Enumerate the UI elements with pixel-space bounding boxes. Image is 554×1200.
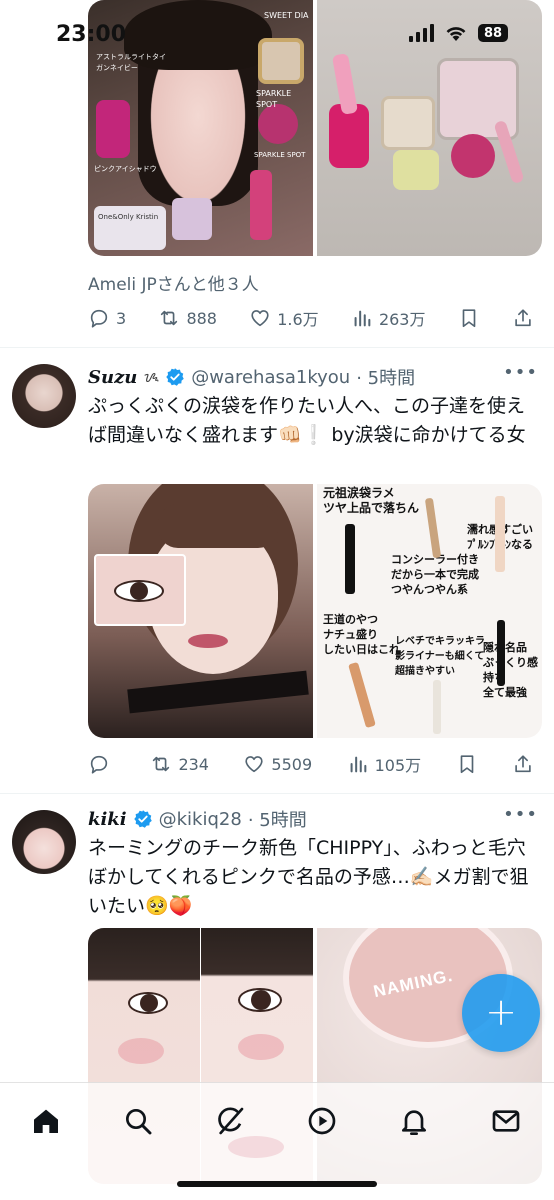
search-icon	[126, 1109, 152, 1135]
tweet-2[interactable]: Suzu ᝰ @warehasa1kyou · 5時間 ••• ぷっくぷくの涙袋…	[0, 348, 554, 794]
repost-count: 888	[186, 308, 217, 328]
share-button[interactable]	[512, 307, 534, 329]
media-image-right[interactable]: 元祖涙袋ラメ ツヤ上品で落ちん コンシーラー付き だから一本で完成 つやんつやん…	[317, 484, 542, 738]
views-button[interactable]: 105万	[347, 752, 422, 776]
grok-icon	[218, 1107, 244, 1135]
repost-button[interactable]: 888	[158, 307, 217, 329]
bookmark-button[interactable]	[456, 753, 478, 775]
reply-count: 3	[116, 308, 127, 328]
like-button[interactable]: 1.6万	[249, 306, 319, 330]
tab-messages[interactable]	[486, 1101, 526, 1141]
tweet-header: kiki @kikiq28 · 5時間	[88, 806, 534, 832]
timestamp[interactable]: · 5時間	[248, 806, 307, 832]
verified-badge-icon	[133, 810, 152, 828]
more-options-icon[interactable]: •••	[503, 362, 538, 383]
views-icon	[350, 756, 366, 773]
tweet-actions: 234 5509 105万	[88, 750, 534, 778]
tweet-actions: 3 888 1.6万 263万	[88, 304, 534, 332]
overlay-label: SPARKLE SPOT	[254, 151, 306, 159]
tab-notifications[interactable]	[394, 1101, 434, 1141]
share-icon	[515, 755, 531, 773]
like-count: 1.6万	[277, 310, 319, 329]
views-count: 263万	[378, 310, 426, 329]
verified-badge-icon	[166, 368, 184, 386]
media-image-right[interactable]	[317, 0, 542, 256]
repost-button[interactable]: 234	[150, 753, 209, 775]
like-button[interactable]: 5509	[243, 753, 312, 775]
repost-icon	[153, 756, 170, 772]
reply-icon	[90, 309, 108, 328]
tab-search[interactable]	[118, 1101, 158, 1141]
tab-grok[interactable]	[210, 1101, 250, 1141]
overlay-caption: コンシーラー付き だから一本で完成 つやんつやん系	[391, 553, 479, 596]
share-button[interactable]	[512, 753, 534, 775]
overlay-label: SWEET DIA	[264, 11, 309, 20]
avatar[interactable]	[12, 364, 76, 428]
display-name[interactable]: Suzu	[88, 367, 137, 388]
tab-video[interactable]	[302, 1101, 342, 1141]
tweet-text: ぷっくぷくの涙袋を作りたい人へ、この子達を使えば間違いなく盛れます👊🏻❕ by涙…	[88, 395, 526, 446]
media-image-left[interactable]: SWEET DIA SPARKLE SPOT アストラルライトタイガンネイビー …	[88, 0, 313, 256]
repost-count: 234	[178, 754, 209, 774]
tab-home[interactable]	[26, 1101, 66, 1141]
video-icon	[308, 1107, 336, 1135]
display-name[interactable]: kiki	[88, 809, 127, 830]
media-image-left[interactable]	[88, 484, 313, 738]
reply-icon	[90, 755, 108, 774]
overlay-caption: 王道のやつ ナチュ盛り したい日はこれ	[323, 613, 400, 656]
avatar[interactable]	[12, 810, 76, 874]
tweet-header: Suzu ᝰ @warehasa1kyou · 5時間	[88, 364, 534, 390]
repost-icon	[161, 310, 178, 326]
bookmark-button[interactable]	[458, 307, 480, 329]
overlay-caption: 元祖涙袋ラメ ツヤ上品で落ちん	[323, 486, 420, 515]
overlay-label: ピンクアイシャドウ	[94, 165, 157, 173]
overlay-label: SPARKLE SPOT	[256, 89, 292, 109]
views-button[interactable]: 263万	[351, 306, 426, 330]
views-count: 105万	[374, 756, 422, 775]
overlay-label: One&Only Kristin	[98, 213, 159, 221]
compose-button[interactable]: +	[462, 974, 540, 1052]
views-icon	[354, 310, 371, 327]
social-context[interactable]: Ameli JPさんと他３人	[88, 270, 259, 295]
overlay-label: アストラルライトタイガンネイビー	[96, 53, 166, 72]
tweet-media[interactable]: SWEET DIA SPARKLE SPOT アストラルライトタイガンネイビー …	[88, 0, 542, 256]
timestamp[interactable]: · 5時間	[356, 364, 415, 390]
plus-icon: +	[485, 989, 517, 1034]
overlay-caption: 隠れ名品 ぷっくり感 持ち 全て最強	[483, 641, 538, 699]
reply-button[interactable]: 3	[88, 307, 126, 329]
more-options-icon[interactable]: •••	[503, 804, 538, 825]
bookmark-icon	[460, 755, 473, 774]
home-icon	[34, 1109, 58, 1133]
heart-icon	[245, 756, 264, 773]
handle[interactable]: @warehasa1kyou	[191, 367, 350, 388]
share-icon	[515, 309, 531, 327]
overlay-caption: レベチでキラッキラ 影ライナーも細くて 超描きやすい	[395, 636, 485, 677]
tweet-media[interactable]: 元祖涙袋ラメ ツヤ上品で落ちん コンシーラー付き だから一本で完成 つやんつやん…	[88, 484, 542, 738]
like-count: 5509	[271, 754, 313, 774]
mail-icon	[492, 1110, 520, 1132]
home-indicator	[177, 1181, 377, 1187]
tweet-1[interactable]: SWEET DIA SPARKLE SPOT アストラルライトタイガンネイビー …	[0, 0, 554, 348]
bookmark-icon	[462, 309, 476, 328]
handle[interactable]: @kikiq28	[159, 809, 242, 830]
tweet-text: ネーミングのチーク新色「CHIPPY」、ふわっと毛穴ぼかしてくれるピンクで名品の…	[88, 837, 529, 917]
heart-icon	[251, 310, 269, 327]
name-decoration: ᝰ	[143, 368, 160, 386]
bell-icon	[402, 1110, 426, 1135]
reply-button[interactable]	[88, 753, 116, 775]
